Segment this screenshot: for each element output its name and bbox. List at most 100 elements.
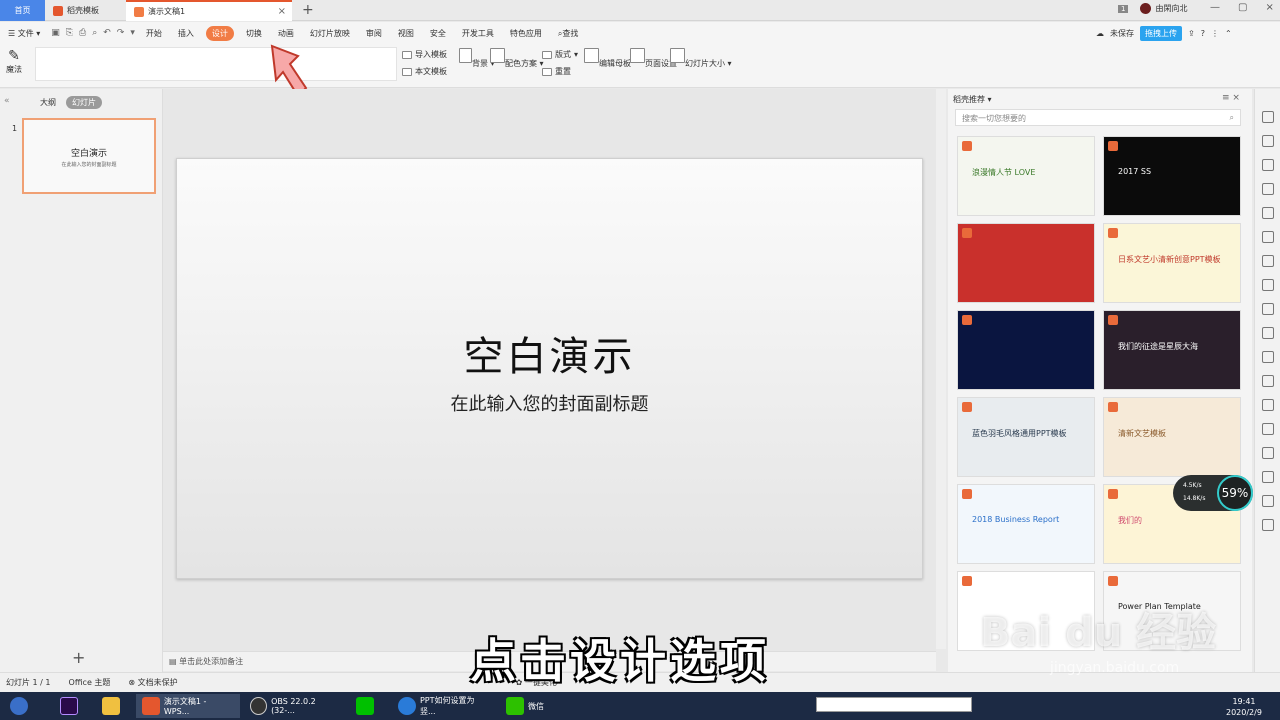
user-area[interactable]: 1 由閑向北 [1118,3,1187,14]
help-icon[interactable]: ? [1201,29,1205,38]
template-card[interactable]: 浪漫情人节 LOVE [957,136,1095,216]
side-tool-icon[interactable] [1262,159,1274,171]
tab-template[interactable]: 稻壳模板 [45,0,125,21]
theme-name[interactable]: Office 主题 [69,677,111,688]
side-tool-icon[interactable] [1262,447,1274,459]
redo-icon[interactable]: ↷ [114,28,128,38]
user-name[interactable]: 由閑向北 [1155,3,1187,14]
taskbar-browser[interactable]: PPT如何设置为竖... [392,694,496,718]
side-tool-icon[interactable] [1262,111,1274,123]
taskbar-explorer[interactable] [96,694,126,718]
side-tool-icon[interactable] [1262,303,1274,315]
preview-icon[interactable]: ⌕ [89,28,100,38]
template-card[interactable]: 2017 SS [1103,136,1241,216]
side-tool-icon[interactable] [1262,399,1274,411]
template-card[interactable] [957,223,1095,303]
template-card[interactable]: 日系文艺小清新创意PPT模板 [1103,223,1241,303]
menu-developer[interactable]: 开发工具 [454,28,502,39]
print-icon[interactable]: ⎙ [76,28,89,38]
slide-title[interactable]: 空白演示 [177,324,922,382]
vertical-scrollbar[interactable] [936,89,946,649]
protect-status[interactable]: ⊗ 文档未保护 [128,677,177,688]
taskbar-iqiyi[interactable] [350,694,380,718]
collapse-panel-icon[interactable]: « [4,96,10,106]
menu-insert[interactable]: 插入 [170,28,202,39]
import-template-button[interactable]: 导入模板 [402,49,447,60]
template-card[interactable]: 我们的征途是星辰大海 [1103,310,1241,390]
share-icon[interactable]: ⇪ [1188,29,1195,38]
save-icon[interactable]: ▣ [48,28,63,38]
template-card[interactable] [957,310,1095,390]
slide-subtitle[interactable]: 在此输入您的封面副标题 [177,390,922,416]
side-tool-icon[interactable] [1262,495,1274,507]
menu-file[interactable]: ☰ 文件 ▾ [0,28,48,39]
minimize-icon[interactable]: — [1210,2,1220,13]
menu-view[interactable]: 视图 [390,28,422,39]
menu-slideshow[interactable]: 幻灯片放映 [302,28,358,39]
side-tool-icon[interactable] [1262,375,1274,387]
side-tool-icon[interactable] [1262,255,1274,267]
side-tool-icon[interactable] [1262,231,1274,243]
template-card[interactable]: 2018 Business Report [957,484,1095,564]
tab-document[interactable]: 演示文稿1 × [126,0,292,21]
menu-search[interactable]: ⌕查找 [550,28,586,39]
side-tool-icon[interactable] [1262,471,1274,483]
tab-outline[interactable]: 大纲 [40,97,56,108]
tab-home[interactable]: 首页 [0,0,45,21]
customize-icon[interactable]: ▾ [127,28,138,38]
side-tool-icon[interactable] [1262,423,1274,435]
menu-review[interactable]: 审阅 [358,28,390,39]
tab-slides[interactable]: 幻灯片 [66,96,102,109]
new-tab-button[interactable]: + [302,2,314,18]
maximize-icon[interactable]: ▢ [1238,2,1247,13]
menu-icon[interactable]: ≡ [1222,93,1230,103]
edit-master-button[interactable]: 编辑母板 [584,48,631,69]
taskbar-search-input[interactable] [816,697,972,712]
avatar[interactable] [1140,3,1152,14]
menu-design[interactable]: 设计 [205,25,234,41]
undo-icon[interactable]: ↶ [100,28,114,38]
taskbar-wps[interactable]: 演示文稿1 - WPS... [136,694,240,718]
start-button[interactable] [4,694,34,718]
close-icon[interactable]: × [1265,2,1273,13]
side-tool-icon[interactable] [1262,183,1274,195]
reset-button[interactable]: 重置 [542,66,571,77]
this-template-button[interactable]: 本文模板 [402,66,447,77]
menu-start[interactable]: 开始 [138,28,170,39]
upload-button[interactable]: 拖拽上传 [1140,26,1182,41]
taskbar-obs[interactable]: OBS 22.0.2 (32-... [244,694,344,718]
more-icon[interactable]: ⋮ [1211,29,1219,38]
slide-size-button[interactable]: 幻灯片大小 ▾ [670,48,732,69]
magic-label: 魔法 [6,65,22,74]
menu-security[interactable]: 安全 [422,28,454,39]
side-tool-icon[interactable] [1262,279,1274,291]
add-slide-button[interactable]: + [72,648,85,667]
layout-button[interactable]: 版式 ▾ [542,49,578,60]
template-card[interactable]: 蓝色羽毛风格通用PPT模板 [957,397,1095,477]
side-tool-icon[interactable] [1262,135,1274,147]
close-panel-icon[interactable]: × [1232,93,1240,103]
taskbar-premiere[interactable] [54,694,84,718]
template-search-input[interactable]: 搜索一切您想要的 ⌕ [955,109,1241,126]
menu-transition[interactable]: 切换 [238,28,270,39]
side-tool-icon[interactable] [1262,207,1274,219]
recommend-title[interactable]: 稻壳推荐 ▾ [953,94,992,105]
side-tool-icon[interactable] [1262,519,1274,531]
template-gallery[interactable] [35,47,397,81]
export-icon[interactable]: ⎘ [63,28,76,38]
slide[interactable]: 空白演示 在此输入您的封面副标题 [176,158,923,579]
menu-features[interactable]: 特色应用 [502,28,550,39]
color-scheme-button[interactable]: 配色方案 ▾ [490,48,544,69]
magic-button[interactable]: ✎ 魔法 [6,48,22,75]
slide-thumbnail[interactable]: 空白演示 在此输入您的封面副标题 [22,118,156,194]
unsaved-status[interactable]: 未保存 [1110,28,1134,39]
close-tab-icon[interactable]: × [278,6,286,17]
side-tool-icon[interactable] [1262,351,1274,363]
obs-icon [250,697,268,715]
taskbar-wechat[interactable]: 微信 [500,694,580,718]
collapse-ribbon-icon[interactable]: ⌃ [1225,29,1232,38]
clock[interactable]: 19:41 2020/2/9 [1226,696,1262,718]
side-tool-icon[interactable] [1262,327,1274,339]
template-card[interactable]: 清新文艺模板 [1103,397,1241,477]
menu-animation[interactable]: 动画 [270,28,302,39]
